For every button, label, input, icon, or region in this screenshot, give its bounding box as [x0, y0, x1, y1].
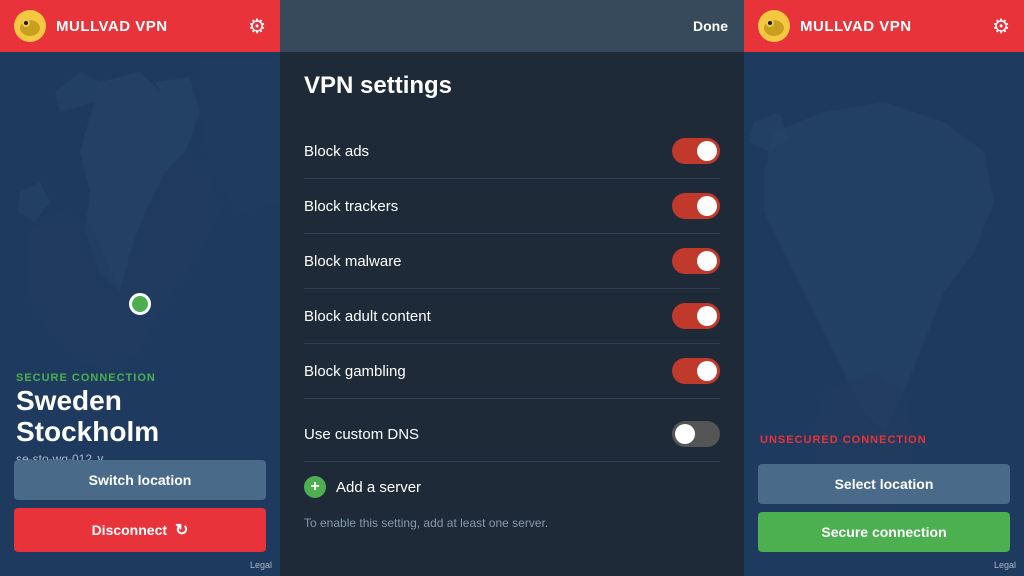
refresh-icon: ↻ — [175, 520, 188, 540]
custom-dns-row: Use custom DNS — [304, 407, 720, 462]
right-gear-icon[interactable]: ⚙ — [992, 14, 1010, 39]
block-gambling-toggle[interactable] — [672, 358, 720, 384]
block-ads-label: Block ads — [304, 143, 369, 160]
settings-content: VPN settings Block ads Block trackers Bl… — [280, 52, 744, 576]
right-logo-icon — [758, 10, 790, 42]
country-name: Sweden Stockholm — [16, 386, 159, 448]
left-bottom-buttons: Switch location Disconnect ↻ — [14, 460, 266, 552]
custom-dns-toggle[interactable] — [672, 421, 720, 447]
logo-icon — [14, 10, 46, 42]
block-ads-row: Block ads — [304, 124, 720, 179]
dns-hint-text: To enable this setting, add at least one… — [304, 516, 720, 538]
block-adult-toggle[interactable] — [672, 303, 720, 329]
block-adult-label: Block adult content — [304, 308, 431, 325]
block-gambling-row: Block gambling — [304, 344, 720, 399]
left-legal: Legal — [250, 560, 272, 570]
left-header-title: MULLVAD VPN — [56, 18, 248, 35]
block-gambling-label: Block gambling — [304, 363, 406, 380]
left-header: MULLVAD VPN ⚙ — [0, 0, 280, 52]
add-server-label: Add a server — [336, 479, 421, 496]
custom-dns-label: Use custom DNS — [304, 426, 419, 443]
block-ads-toggle[interactable] — [672, 138, 720, 164]
block-malware-label: Block malware — [304, 253, 402, 270]
add-server-row[interactable]: + Add a server — [304, 462, 720, 512]
right-panel: MULLVAD VPN ⚙ UNSECURED CONNECTION Selec… — [744, 0, 1024, 576]
secure-connection-button[interactable]: Secure connection — [758, 512, 1010, 552]
unsecured-status-label: UNSECURED CONNECTION — [760, 434, 927, 446]
right-header-title: MULLVAD VPN — [800, 18, 992, 35]
right-legal: Legal — [994, 560, 1016, 570]
middle-panel: Done VPN settings Block ads Block tracke… — [280, 0, 744, 576]
done-button[interactable]: Done — [693, 18, 728, 34]
disconnect-button[interactable]: Disconnect ↻ — [14, 508, 266, 552]
right-bottom-buttons: Select location Secure connection — [758, 464, 1010, 552]
settings-top-bar: Done — [280, 0, 744, 52]
block-trackers-label: Block trackers — [304, 198, 398, 215]
right-header: MULLVAD VPN ⚙ — [744, 0, 1024, 52]
secure-status-label: SECURE CONNECTION — [16, 372, 159, 384]
left-gear-icon[interactable]: ⚙ — [248, 14, 266, 39]
dns-section: Use custom DNS + Add a server To enable … — [304, 407, 720, 538]
block-adult-row: Block adult content — [304, 289, 720, 344]
switch-location-button[interactable]: Switch location — [14, 460, 266, 500]
block-malware-toggle[interactable] — [672, 248, 720, 274]
block-trackers-toggle[interactable] — [672, 193, 720, 219]
location-pin — [129, 293, 151, 315]
select-location-button[interactable]: Select location — [758, 464, 1010, 504]
settings-title: VPN settings — [304, 72, 720, 100]
block-malware-row: Block malware — [304, 234, 720, 289]
add-server-icon: + — [304, 476, 326, 498]
connection-info: SECURE CONNECTION Sweden Stockholm se-st… — [16, 372, 159, 466]
left-panel: MULLVAD VPN ⚙ SECURE CONNECTION Sweden S… — [0, 0, 280, 576]
block-trackers-row: Block trackers — [304, 179, 720, 234]
